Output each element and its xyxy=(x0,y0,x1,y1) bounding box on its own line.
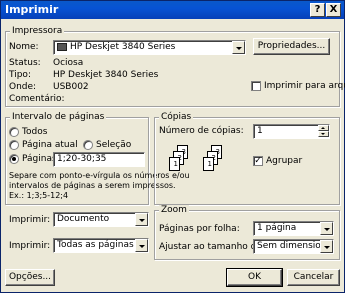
print-to-file-label: Imprimir para arquivo xyxy=(264,81,345,91)
pages-input[interactable]: 1;20-30;35 xyxy=(53,152,145,167)
properties-button[interactable]: Propriedades... xyxy=(253,38,330,55)
print-dialog: Imprimir ? X Impressora Nome: HP Deskjet… xyxy=(0,0,345,293)
printer-name-value: HP Deskjet 3840 Series xyxy=(70,42,176,52)
print-what-select[interactable]: Documento xyxy=(53,212,149,227)
all-pages-radio[interactable] xyxy=(9,127,19,137)
print-what-label: Imprimir: xyxy=(9,215,51,225)
zoom-legend: Zoom xyxy=(159,205,189,216)
copies-spinner[interactable] xyxy=(318,125,329,138)
where-value: USB002 xyxy=(53,82,89,92)
copies-count-label: Número de cópias: xyxy=(159,126,244,136)
printer-group-legend: Impressora xyxy=(10,26,65,37)
chevron-down-icon[interactable] xyxy=(135,213,148,226)
chevron-down-icon[interactable] xyxy=(232,41,245,54)
help-button[interactable]: ? xyxy=(310,3,325,17)
collate-page-1: 1 xyxy=(169,157,180,171)
chevron-down-icon[interactable] xyxy=(320,240,333,253)
selection-radio[interactable] xyxy=(83,140,93,150)
options-button[interactable]: Opções... xyxy=(5,269,55,286)
cancel-button[interactable]: Cancelar xyxy=(287,269,340,286)
copies-count-value: 1 xyxy=(257,126,263,136)
printer-name-select[interactable]: HP Deskjet 3840 Series xyxy=(53,40,246,55)
current-page-radio[interactable] xyxy=(9,140,19,150)
copies-legend: Cópias xyxy=(159,112,194,123)
pages-per-sheet-label: Páginas por folha: xyxy=(159,224,240,234)
selection-label: Seleção xyxy=(96,140,132,150)
type-value: HP Deskjet 3840 Series xyxy=(53,70,159,80)
close-button[interactable]: X xyxy=(326,3,341,17)
pages-radio[interactable] xyxy=(9,154,19,164)
title-bar: Imprimir ? X xyxy=(1,1,344,19)
where-label: Onde: xyxy=(9,82,37,92)
status-label: Status: xyxy=(9,58,41,68)
status-value: Ociosa xyxy=(53,58,84,68)
copies-count-input[interactable]: 1 xyxy=(253,124,330,139)
scale-select[interactable]: Sem dimensionamento xyxy=(253,239,334,254)
comment-label: Comentário: xyxy=(9,94,65,104)
printer-name-label: Nome: xyxy=(9,42,39,52)
printer-icon xyxy=(57,42,67,51)
print-what-value: Documento xyxy=(57,214,110,224)
ok-button[interactable]: OK xyxy=(226,268,283,287)
pages-per-sheet-select[interactable]: 1 página xyxy=(253,221,334,236)
chevron-down-icon[interactable] xyxy=(135,239,148,252)
type-label: Tipo: xyxy=(9,70,31,80)
collate-page-1b: 1 xyxy=(203,157,214,171)
pages-per-sheet-value: 1 página xyxy=(257,223,297,233)
all-pages-label: Todos xyxy=(22,127,48,137)
chevron-down-icon[interactable] xyxy=(320,222,333,235)
page-range-legend: Intervalo de páginas xyxy=(10,112,107,123)
window-title: Imprimir xyxy=(5,3,59,16)
print-range-label: Imprimir: xyxy=(9,241,51,251)
collate-checkbox[interactable]: ✓ xyxy=(253,156,263,166)
print-to-file-checkbox[interactable] xyxy=(251,81,261,91)
pages-hint-line3: Ex.: 1;3;5-12;4 xyxy=(9,191,69,200)
collate-label: Agrupar xyxy=(266,156,303,166)
spin-down-icon[interactable] xyxy=(318,131,329,137)
print-range-select[interactable]: Todas as páginas do intervalo xyxy=(53,238,149,253)
current-page-label: Página atual xyxy=(22,140,78,150)
